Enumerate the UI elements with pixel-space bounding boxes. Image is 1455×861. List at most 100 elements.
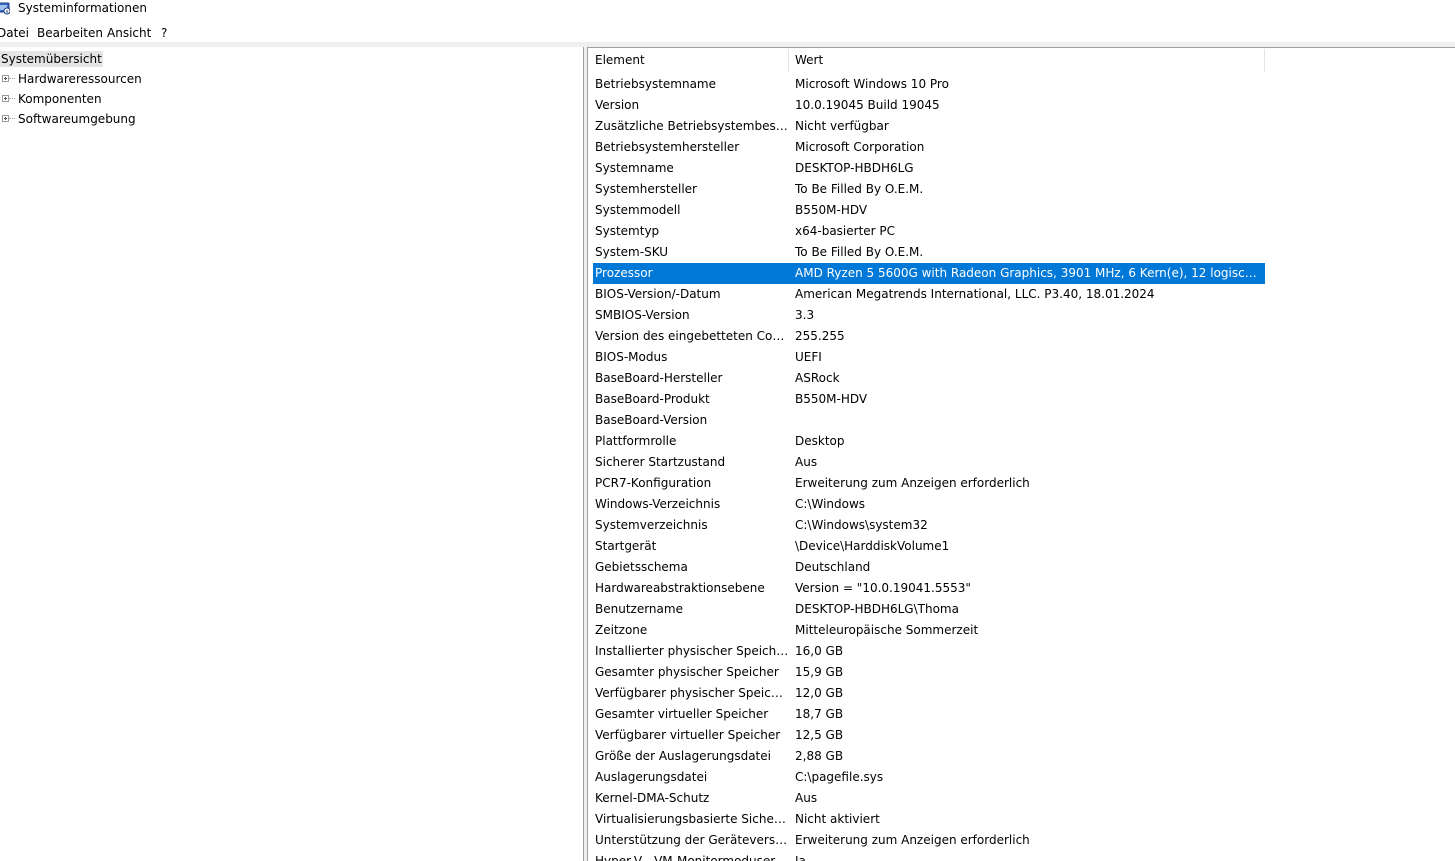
table-row[interactable]: Größe der Auslagerungsdatei 2,88 GB bbox=[588, 746, 1455, 767]
menu-datei[interactable]: Datei bbox=[0, 26, 29, 40]
window-title: Systeminformationen bbox=[18, 1, 147, 15]
tree-item-systemuebersicht[interactable]: Systemübersicht bbox=[0, 51, 103, 67]
table-row[interactable]: BaseBoard-Hersteller ASRock bbox=[588, 368, 1455, 389]
cell-value: Ja bbox=[795, 854, 806, 861]
menu-bearbeiten[interactable]: Bearbeiten bbox=[37, 26, 103, 40]
cell-value: Nicht aktiviert bbox=[795, 812, 880, 826]
cell-value: AMD Ryzen 5 5600G with Radeon Graphics, … bbox=[795, 266, 1263, 280]
cell-value: Aus bbox=[795, 455, 818, 469]
cell-value: 15,9 GB bbox=[795, 665, 844, 679]
cell-value: To Be Filled By O.E.M. bbox=[795, 182, 924, 196]
cell-element: Größe der Auslagerungsdatei bbox=[595, 749, 771, 763]
cell-value: UEFI bbox=[795, 350, 822, 364]
expand-plus-icon[interactable] bbox=[2, 115, 9, 122]
table-row[interactable]: Gesamter virtueller Speicher 18,7 GB bbox=[588, 704, 1455, 725]
cell-value: Deutschland bbox=[795, 560, 871, 574]
cell-value: 12,5 GB bbox=[795, 728, 844, 742]
cell-value: C:\Windows\system32 bbox=[795, 518, 928, 532]
tree-connector bbox=[9, 118, 15, 120]
table-row[interactable]: Verfügbarer virtueller Speicher 12,5 GB bbox=[588, 725, 1455, 746]
table-row[interactable]: Verfügbarer physischer Speicher 12,0 GB bbox=[588, 683, 1455, 704]
table-row[interactable]: Systemverzeichnis C:\Windows\system32 bbox=[588, 515, 1455, 536]
cell-element: Auslagerungsdatei bbox=[595, 770, 708, 784]
table-row[interactable]: Zeitzone Mitteleuropäische Sommerzeit bbox=[588, 620, 1455, 641]
cell-element: Prozessor bbox=[595, 266, 653, 280]
cell-value: Microsoft Windows 10 Pro bbox=[795, 77, 949, 91]
table-row[interactable]: Windows-Verzeichnis C:\Windows bbox=[588, 494, 1455, 515]
menu-ansicht[interactable]: Ansicht bbox=[107, 26, 151, 40]
cell-value: Desktop bbox=[795, 434, 845, 448]
table-row[interactable]: Zusätzliche Betriebsystembeschreibung Nic… bbox=[588, 116, 1455, 137]
cell-element: Virtualisierungsbasierte Sicherheit bbox=[595, 812, 789, 826]
table-row[interactable]: Systemmodell B550M-HDV bbox=[588, 200, 1455, 221]
table-row[interactable]: Installierter physischer Speicher (RAM) 1… bbox=[588, 641, 1455, 662]
table-row[interactable]: Unterstützung der Geräteverschlüsselung E… bbox=[588, 830, 1455, 851]
cell-element: Systemhersteller bbox=[595, 182, 697, 196]
tree-item-label: Systemübersicht bbox=[1, 52, 102, 66]
cell-element: Systemname bbox=[595, 161, 674, 175]
column-divider[interactable] bbox=[1264, 49, 1265, 72]
table-row[interactable]: Benutzername DESKTOP-HBDH6LG\Thoma bbox=[588, 599, 1455, 620]
cell-element: SMBIOS-Version bbox=[595, 308, 690, 322]
table-row[interactable]: Hyper-V - VM-Monitormoduserweiterungen Ja bbox=[588, 851, 1455, 861]
cell-element: Hyper-V - VM-Monitormoduserweiterungen bbox=[595, 854, 789, 861]
cell-element: Plattformrolle bbox=[595, 434, 677, 448]
category-tree[interactable]: Systemübersicht Hardwareressourcen Kompo… bbox=[0, 47, 583, 861]
cell-element: Hardwareabstraktionsebene bbox=[595, 581, 765, 595]
cell-element: Verfügbarer virtueller Speicher bbox=[595, 728, 781, 742]
table-row[interactable]: Version des eingebetteten Controllers 255… bbox=[588, 326, 1455, 347]
cell-element: BaseBoard-Version bbox=[595, 413, 708, 427]
expand-plus-icon[interactable] bbox=[2, 95, 9, 102]
cell-value: C:\pagefile.sys bbox=[795, 770, 884, 784]
table-row[interactable]: Version 10.0.19045 Build 19045 bbox=[588, 95, 1455, 116]
table-row[interactable]: PCR7-Konfiguration Erweiterung zum Anzeig… bbox=[588, 473, 1455, 494]
cell-element: Kernel-DMA-Schutz bbox=[595, 791, 710, 805]
table-row[interactable]: BIOS-Modus UEFI bbox=[588, 347, 1455, 368]
cell-value: 18,7 GB bbox=[795, 707, 844, 721]
table-row[interactable]: Systemhersteller To Be Filled By O.E.M. bbox=[588, 179, 1455, 200]
cell-element: Systemverzeichnis bbox=[595, 518, 708, 532]
table-row[interactable]: BaseBoard-Produkt B550M-HDV bbox=[588, 389, 1455, 410]
cell-value: Version = "10.0.19041.5553" bbox=[795, 581, 971, 595]
table-row[interactable]: SMBIOS-Version 3.3 bbox=[588, 305, 1455, 326]
table-row[interactable]: Gebietsschema Deutschland bbox=[588, 557, 1455, 578]
table-row[interactable]: System-SKU To Be Filled By O.E.M. bbox=[588, 242, 1455, 263]
table-row[interactable]: Gesamter physischer Speicher 15,9 GB bbox=[588, 662, 1455, 683]
table-row[interactable]: Plattformrolle Desktop bbox=[588, 431, 1455, 452]
table-row[interactable]: Systemname DESKTOP-HBDH6LG bbox=[588, 158, 1455, 179]
table-row[interactable]: Virtualisierungsbasierte Sicherheit Nicht… bbox=[588, 809, 1455, 830]
cell-element: Windows-Verzeichnis bbox=[595, 497, 721, 511]
table-row[interactable]: Sicherer Startzustand Aus bbox=[588, 452, 1455, 473]
table-row[interactable]: BIOS-Version/-Datum American Megatrends I… bbox=[588, 284, 1455, 305]
table-row[interactable]: Betriebsystemname Microsoft Windows 10 Pr… bbox=[588, 74, 1455, 95]
cell-value: Aus bbox=[795, 791, 818, 805]
cell-element: BIOS-Version/-Datum bbox=[595, 287, 721, 301]
table-row[interactable]: BaseBoard-Version bbox=[588, 410, 1455, 431]
cell-value: ASRock bbox=[795, 371, 840, 385]
cell-value: Microsoft Corporation bbox=[795, 140, 925, 154]
cell-value: American Megatrends International, LLC. … bbox=[795, 287, 1155, 301]
cell-element: Zeitzone bbox=[595, 623, 648, 637]
column-header-element[interactable]: Element bbox=[588, 48, 788, 72]
table-row[interactable]: Startgerät \Device\HarddiskVolume1 bbox=[588, 536, 1455, 557]
table-row[interactable]: Betriebsystemhersteller Microsoft Corpora… bbox=[588, 137, 1455, 158]
title-bar: Systeminformationen bbox=[0, 0, 1455, 20]
table-row[interactable]: Systemtyp x64-basierter PC bbox=[588, 221, 1455, 242]
menu-help[interactable]: ? bbox=[161, 26, 167, 40]
details-list[interactable]: Element Wert Betriebsystemname Microsoft … bbox=[587, 47, 1455, 861]
table-body: Betriebsystemname Microsoft Windows 10 Pr… bbox=[588, 74, 1455, 861]
cell-value: DESKTOP-HBDH6LG\Thoma bbox=[795, 602, 959, 616]
cell-value: B550M-HDV bbox=[795, 203, 868, 217]
table-row[interactable]: Kernel-DMA-Schutz Aus bbox=[588, 788, 1455, 809]
table-row[interactable]: Hardwareabstraktionsebene Version = "10.0… bbox=[588, 578, 1455, 599]
cell-value: Nicht verfügbar bbox=[795, 119, 889, 133]
cell-value: \Device\HarddiskVolume1 bbox=[795, 539, 950, 553]
cell-value: Erweiterung zum Anzeigen erforderlich bbox=[795, 476, 1030, 490]
cell-element: System-SKU bbox=[595, 245, 669, 259]
cell-element: Verfügbarer physischer Speicher bbox=[595, 686, 789, 700]
cell-element: BaseBoard-Produkt bbox=[595, 392, 710, 406]
column-header-value[interactable]: Wert bbox=[789, 48, 1264, 72]
table-row[interactable]: Auslagerungsdatei C:\pagefile.sys bbox=[588, 767, 1455, 788]
expand-plus-icon[interactable] bbox=[2, 75, 9, 82]
table-row[interactable]: Prozessor AMD Ryzen 5 5600G with Radeon G… bbox=[588, 263, 1455, 284]
